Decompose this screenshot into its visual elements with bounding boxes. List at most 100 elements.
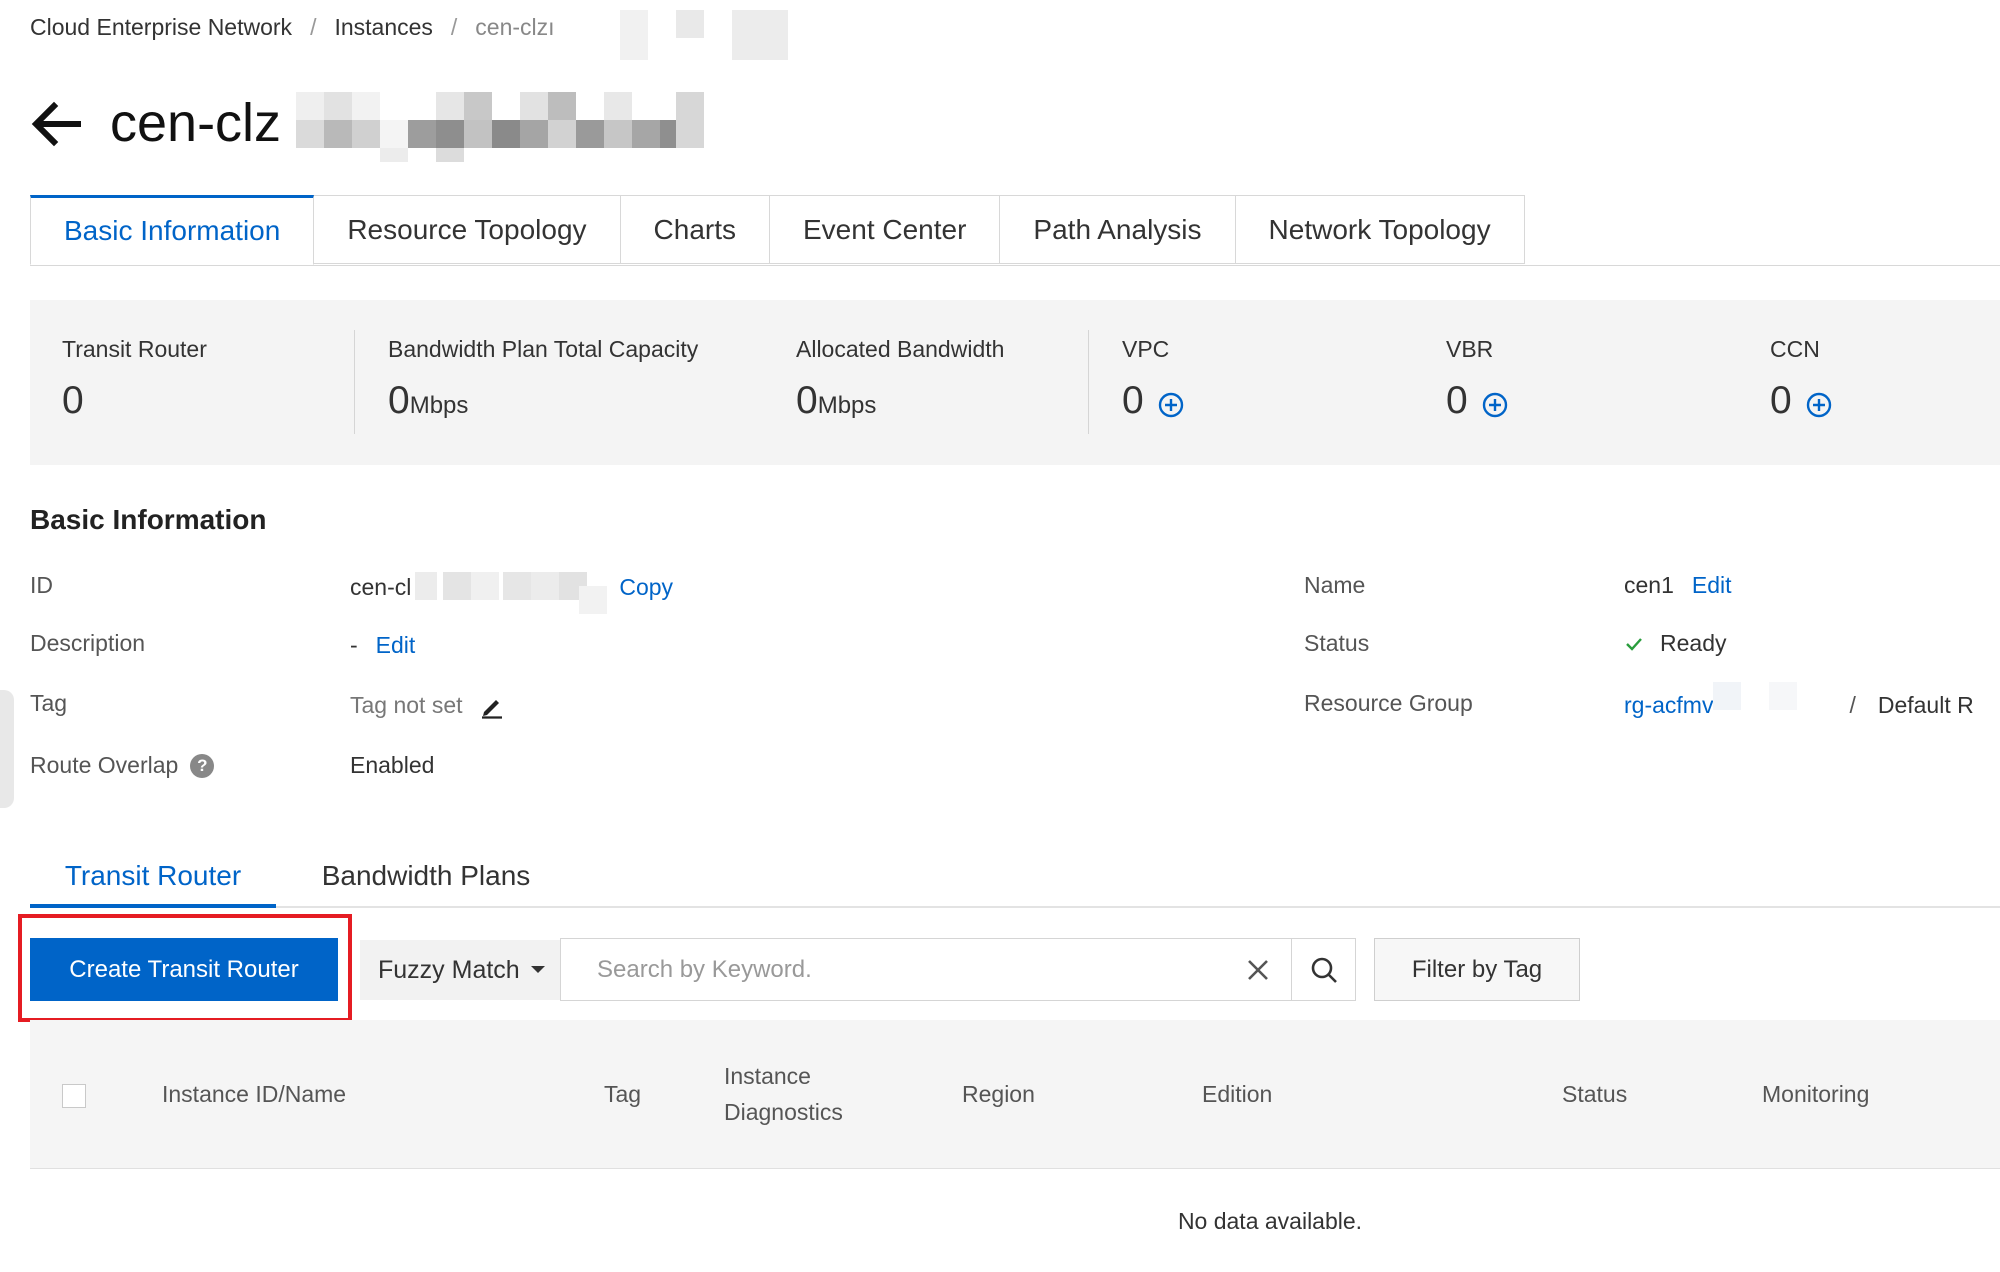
- id-label: ID: [30, 572, 53, 598]
- resource-group-redaction: [1713, 682, 1849, 720]
- breadcrumb-current: cen-clzı: [475, 14, 555, 40]
- route-overlap-label: Route Overlap ?: [30, 752, 215, 779]
- search-icon: [1311, 957, 1337, 983]
- resource-group-separator: /: [1849, 691, 1856, 718]
- close-icon[interactable]: [1241, 953, 1275, 987]
- tab-charts[interactable]: Charts: [620, 195, 770, 264]
- stat-vpc: VPC 0: [1122, 336, 1184, 423]
- tab-resource-topology[interactable]: Resource Topology: [314, 195, 621, 264]
- resource-group-name: Default R: [1877, 691, 1974, 718]
- plus-circle-icon[interactable]: [1806, 392, 1832, 418]
- filter-by-tag-button[interactable]: Filter by Tag: [1374, 938, 1580, 1001]
- status-text: Ready: [1660, 630, 1727, 656]
- back-arrow-icon[interactable]: [30, 98, 82, 150]
- tag-text: Tag not set: [350, 692, 463, 718]
- search-button[interactable]: [1292, 938, 1356, 1001]
- caret-down-icon: [530, 966, 545, 973]
- match-mode-label: Fuzzy Match: [378, 955, 520, 984]
- stat-value: 0: [1446, 379, 1468, 422]
- subtab-bandwidth-plans[interactable]: Bandwidth Plans: [296, 848, 556, 904]
- resource-group-label: Resource Group: [1304, 690, 1473, 716]
- tab-path-analysis[interactable]: Path Analysis: [1000, 195, 1236, 264]
- column-instance-id: Instance ID/Name: [162, 1081, 347, 1107]
- stat-label: CCN: [1770, 336, 1820, 362]
- breadcrumb-separator: /: [450, 14, 458, 40]
- name-text: cen1: [1624, 572, 1674, 598]
- stat-transit-router: Transit Router 0: [62, 336, 207, 423]
- check-icon: [1626, 637, 1642, 651]
- name-edit-link[interactable]: Edit: [1692, 572, 1732, 599]
- description-label: Description: [30, 630, 146, 656]
- description-value: - Edit: [350, 632, 415, 659]
- breadcrumb-separator: /: [310, 14, 317, 40]
- stat-unit: Mbps: [817, 392, 877, 419]
- redaction: [732, 10, 788, 60]
- status-value: Ready: [1624, 630, 1726, 657]
- edit-pencil-icon[interactable]: [479, 693, 505, 719]
- column-instance-diagnostics-line1: Instance: [724, 1063, 811, 1089]
- tab-basic-information[interactable]: Basic Information: [30, 195, 315, 265]
- id-text: cen-cl: [350, 573, 412, 600]
- subtab-transit-router[interactable]: Transit Router: [30, 848, 276, 908]
- copy-link[interactable]: Copy: [619, 574, 673, 601]
- column-region: Region: [962, 1081, 1035, 1107]
- divider: [1088, 330, 1089, 434]
- help-icon[interactable]: ?: [190, 753, 215, 778]
- column-instance-diagnostics: Instance Diagnostics: [724, 1058, 843, 1130]
- tab-event-center[interactable]: Event Center: [770, 195, 1001, 264]
- stat-label: Transit Router: [62, 336, 207, 362]
- stat-label: Allocated Bandwidth: [796, 336, 1005, 362]
- breadcrumb-instances[interactable]: Instances: [334, 14, 432, 41]
- route-overlap-value: Enabled: [350, 752, 435, 778]
- tab-network-topology[interactable]: Network Topology: [1235, 195, 1525, 264]
- column-edition: Edition: [1202, 1081, 1273, 1107]
- breadcrumb: Cloud Enterprise Network / Instances / c…: [30, 14, 555, 41]
- description-edit-link[interactable]: Edit: [376, 632, 416, 659]
- resource-group-link[interactable]: rg-acfmv: [1624, 692, 1713, 719]
- name-label: Name: [1304, 572, 1366, 598]
- stat-value: 0: [1122, 379, 1144, 422]
- stats-panel: Transit Router 0 Bandwidth Plan Total Ca…: [30, 300, 2000, 465]
- tag-label: Tag: [30, 690, 68, 716]
- stat-label: Bandwidth Plan Total Capacity: [388, 336, 699, 362]
- plus-circle-icon[interactable]: [1482, 392, 1508, 418]
- match-mode-select[interactable]: Fuzzy Match: [360, 940, 560, 1000]
- stat-allocated-bandwidth: Allocated Bandwidth 0 Mbps: [796, 336, 1004, 423]
- plus-circle-icon[interactable]: [1158, 392, 1184, 418]
- empty-state: No data available.: [1177, 1208, 1363, 1234]
- stat-value: 0: [62, 379, 84, 422]
- id-value: cen-cl Copy: [350, 572, 673, 614]
- column-status: Status: [1562, 1081, 1628, 1107]
- tag-value: Tag not set: [350, 692, 505, 719]
- id-redaction: [411, 572, 608, 614]
- resource-group-value: rg-acfmv / Default R: [1624, 682, 1974, 720]
- redaction: [620, 10, 648, 60]
- name-value: cen1 Edit: [1624, 572, 1732, 599]
- table-header: Instance ID/Name Tag Instance Diagnostic…: [30, 1020, 2000, 1169]
- redaction: [676, 10, 704, 38]
- search-box: [560, 938, 1292, 1001]
- stat-vbr: VBR 0: [1446, 336, 1508, 423]
- stat-bandwidth-plan: Bandwidth Plan Total Capacity 0 Mbps: [388, 336, 698, 423]
- column-monitoring: Monitoring: [1762, 1081, 1870, 1107]
- divider: [354, 330, 355, 434]
- stat-ccn: CCN 0: [1770, 336, 1832, 423]
- status-label: Status: [1304, 630, 1370, 656]
- main-tabs: Basic Information Resource Topology Char…: [30, 195, 2000, 266]
- description-text: -: [350, 632, 358, 658]
- route-overlap-text: Route Overlap: [30, 752, 179, 778]
- sidebar-collapse-handle[interactable]: [0, 690, 14, 808]
- stat-value: 0: [796, 379, 818, 422]
- stat-unit: Mbps: [409, 392, 469, 419]
- breadcrumb-cen[interactable]: Cloud Enterprise Network: [30, 14, 292, 41]
- stat-label: VPC: [1122, 336, 1170, 362]
- page-title: cen-clz: [110, 93, 282, 153]
- column-tag: Tag: [604, 1081, 642, 1107]
- create-transit-router-button[interactable]: Create Transit Router: [30, 938, 338, 1001]
- select-all-checkbox[interactable]: [62, 1084, 86, 1108]
- sub-tabs: Transit Router Bandwidth Plans: [30, 848, 2000, 908]
- stat-value: 0: [1770, 379, 1792, 422]
- section-title: Basic Information: [30, 504, 267, 535]
- search-input[interactable]: [561, 939, 1201, 1000]
- stat-value: 0: [388, 379, 410, 422]
